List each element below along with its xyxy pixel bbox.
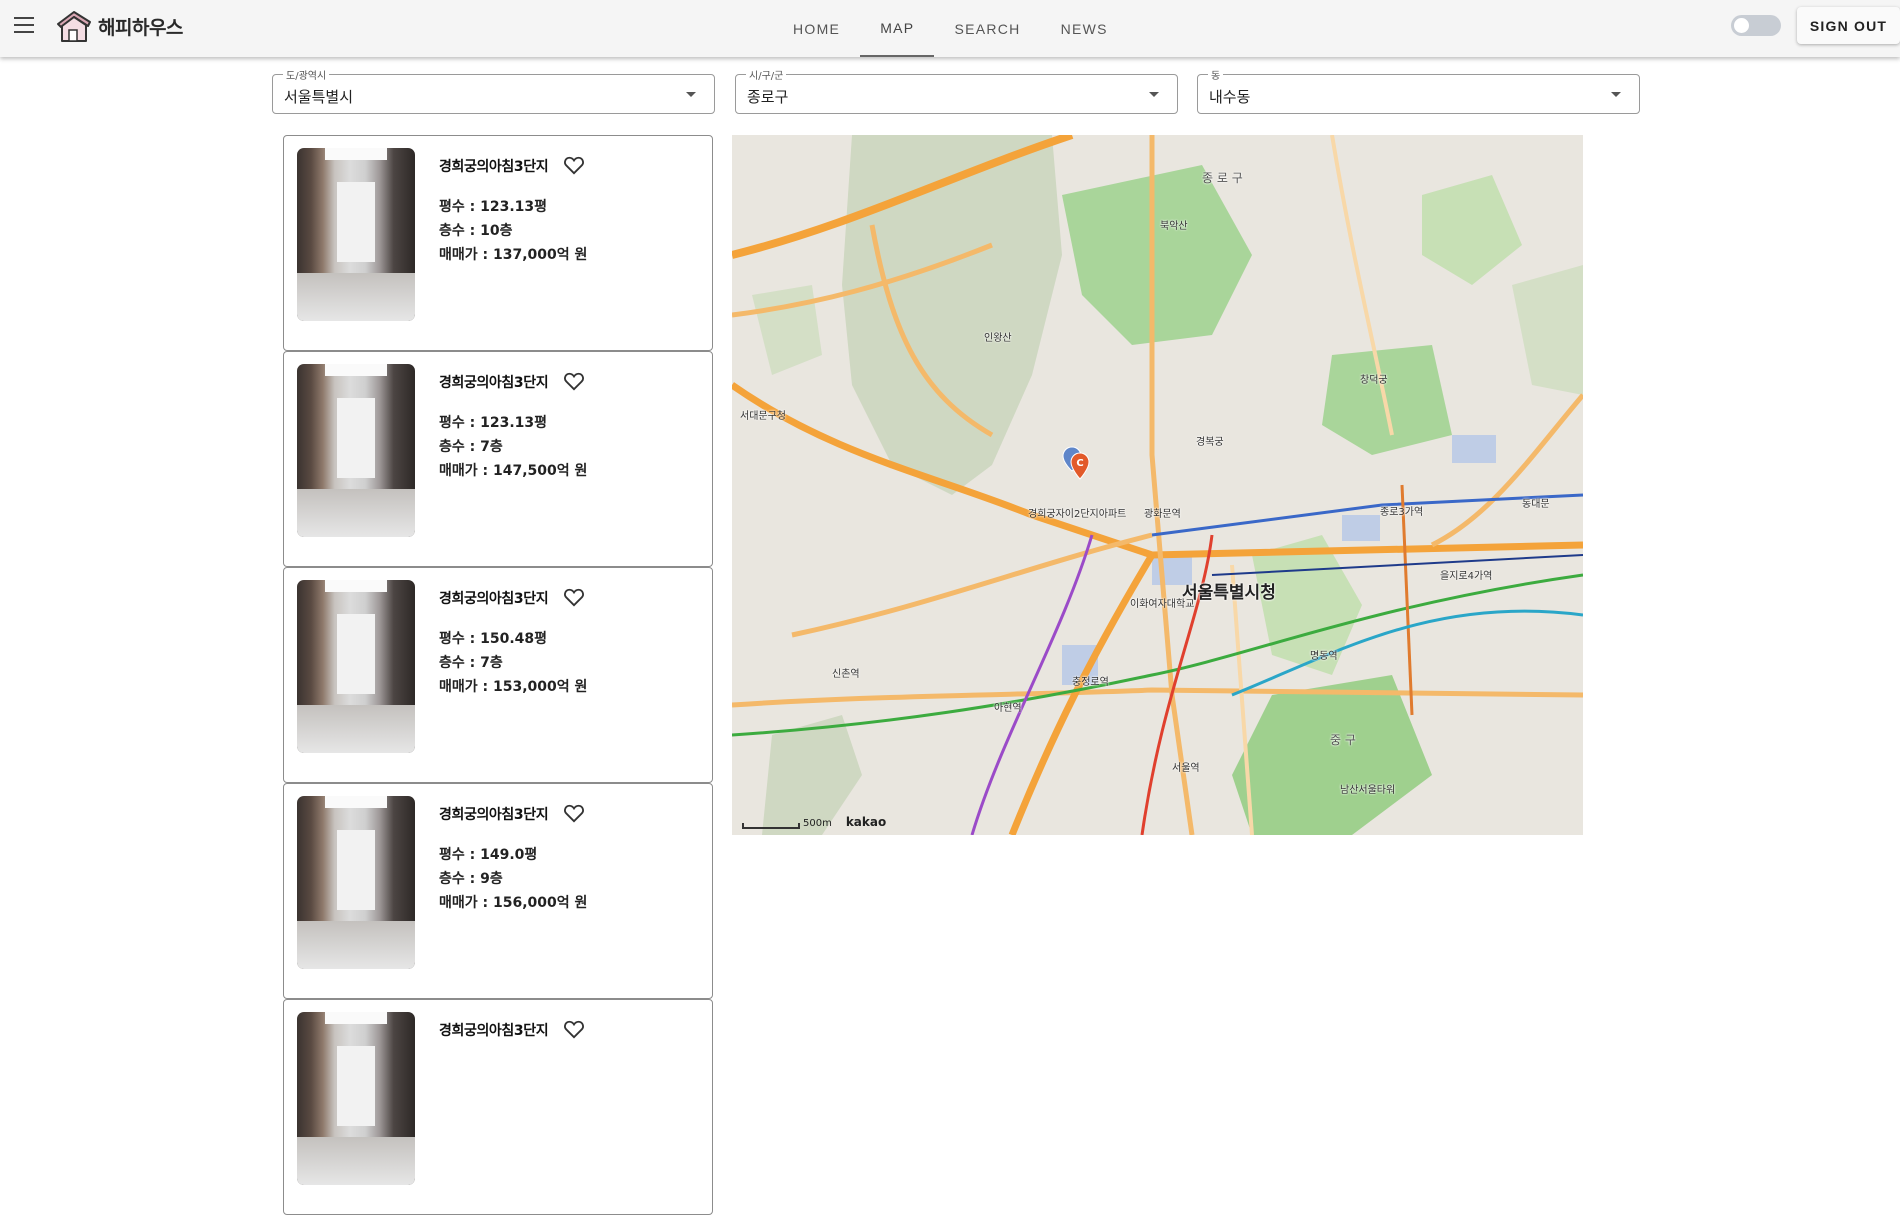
listing-floor: 층수 : 9층 [439,871,503,887]
house-logo-icon [57,11,91,42]
apartment-photo [297,580,415,753]
listing-card[interactable]: 경희궁의아침3단지 평수 : 123.13평 층수 : 10층 매매가 : 13… [283,135,713,351]
district-select-label: 시/구/군 [746,67,787,82]
map-label-ewha: 이화여자대학교 [1130,599,1195,610]
toggle-knob [1734,18,1749,33]
apartment-photo [297,148,415,321]
marker-letter: C [1076,458,1083,469]
district-select-value: 종로구 [747,88,789,106]
apartment-photo [297,1012,415,1185]
listing-area: 평수 : 123.13평 [439,199,548,215]
tab-home[interactable]: HOME [773,0,860,57]
map-label-gwanghwamun: 광화문역 [1144,509,1181,520]
main-nav: HOME MAP SEARCH NEWS [773,0,1128,57]
listing-card[interactable]: 경희궁의아침3단지 평수 : 150.48평 층수 : 7층 매매가 : 153… [283,567,713,783]
map-canvas[interactable] [732,135,1583,835]
listing-price: 매매가 : 156,000억 원 [439,895,588,911]
city-select-value: 서울특별시 [284,88,354,106]
logo[interactable]: 해피하우스 [54,8,183,44]
app-bar: 해피하우스 HOME MAP SEARCH NEWS SIGN OUT [0,0,1900,57]
map-label-jung-gu: 중 구 [1330,733,1356,747]
map-label-seoul-station: 서울역 [1172,763,1200,774]
theme-toggle[interactable] [1731,15,1781,36]
listing-card[interactable]: 경희궁의아침3단지 [283,999,713,1215]
scale-label: 500m [803,818,832,829]
chevron-down-icon [686,92,696,97]
listing-card[interactable]: 경희궁의아침3단지 평수 : 123.13평 층수 : 7층 매매가 : 147… [283,351,713,567]
heart-icon[interactable] [563,371,585,391]
listing-name: 경희궁의아침3단지 [439,591,549,607]
listing-area: 평수 : 150.48평 [439,631,548,647]
listing-price: 매매가 : 147,500억 원 [439,463,588,479]
chevron-down-icon [1611,92,1621,97]
map-label-seodaemun: 서대문구청 [740,411,786,422]
map-label-changdeok: 창덕궁 [1360,375,1388,386]
map-label-bugaksan: 북악산 [1160,221,1188,232]
hamburger-menu-icon[interactable] [14,17,34,33]
logo-text: 해피하우스 [98,16,183,39]
map-label-chungjeongno: 충정로역 [1072,677,1109,688]
listing-floor: 층수 : 7층 [439,439,503,455]
map-label-insan: 인왕산 [984,333,1012,344]
map-label-jongno3: 종로3가역 [1380,507,1424,518]
apartment-photo [297,796,415,969]
city-select[interactable]: 도/광역시 서울특별시 [272,67,715,114]
chevron-down-icon [1149,92,1159,97]
map-provider-logo: kakao [845,815,887,829]
map-view[interactable]: 서울특별시청 종 로 구 서대문구청 인왕산 북악산 경복궁 광화문역 종로3가… [732,135,1583,835]
listing-price: 매매가 : 153,000억 원 [439,679,588,695]
scale-bar [742,823,800,829]
listing-name: 경희궁의아침3단지 [439,375,549,391]
apartment-photo [297,364,415,537]
listing-area: 평수 : 123.13평 [439,415,548,431]
listing-name: 경희궁의아침3단지 [439,807,549,823]
dong-select[interactable]: 동 내수동 [1197,67,1640,114]
heart-icon[interactable] [563,803,585,823]
map-label-euljiro4: 을지로4가역 [1440,571,1493,582]
map-label-gyeongbok: 경복궁 [1196,437,1224,448]
map-scale: 500m kakao [742,815,886,829]
listing-price: 매매가 : 137,000억 원 [439,247,588,263]
map-label-ahyeon: 아현역 [994,703,1022,714]
tab-news[interactable]: NEWS [1041,0,1128,57]
listing-list: 경희궁의아침3단지 평수 : 123.13평 층수 : 10층 매매가 : 13… [283,135,713,1215]
map-label-jongno-gu: 종 로 구 [1202,171,1243,185]
district-select[interactable]: 시/구/군 종로구 [735,67,1178,114]
city-select-label: 도/광역시 [283,67,330,82]
heart-icon[interactable] [563,1019,585,1039]
map-label-city-hall: 서울특별시청 [1182,583,1276,603]
listing-floor: 층수 : 7층 [439,655,503,671]
dong-select-value: 내수동 [1209,88,1251,106]
listing-area: 평수 : 149.0평 [439,847,538,863]
tab-search[interactable]: SEARCH [934,0,1040,57]
listing-floor: 층수 : 10층 [439,223,513,239]
heart-icon[interactable] [563,155,585,175]
listing-name: 경희궁의아침3단지 [439,159,549,175]
map-label-namsan: 남산서울타워 [1340,785,1396,796]
sign-out-button[interactable]: SIGN OUT [1797,7,1900,44]
map-marker-icon[interactable]: C [1062,445,1092,483]
listing-name: 경희궁의아침3단지 [439,1023,549,1039]
dong-select-label: 동 [1208,67,1224,82]
heart-icon[interactable] [563,587,585,607]
map-label-huiheung: 경희궁자이2단지아파트 [1028,509,1127,520]
listing-card[interactable]: 경희궁의아침3단지 평수 : 149.0평 층수 : 9층 매매가 : 156,… [283,783,713,999]
map-label-dongdaemun: 동대문 [1522,499,1550,510]
tab-map[interactable]: MAP [860,0,935,57]
map-label-myeongdong: 명동역 [1310,651,1338,662]
map-label-sinchon: 신촌역 [832,669,860,680]
